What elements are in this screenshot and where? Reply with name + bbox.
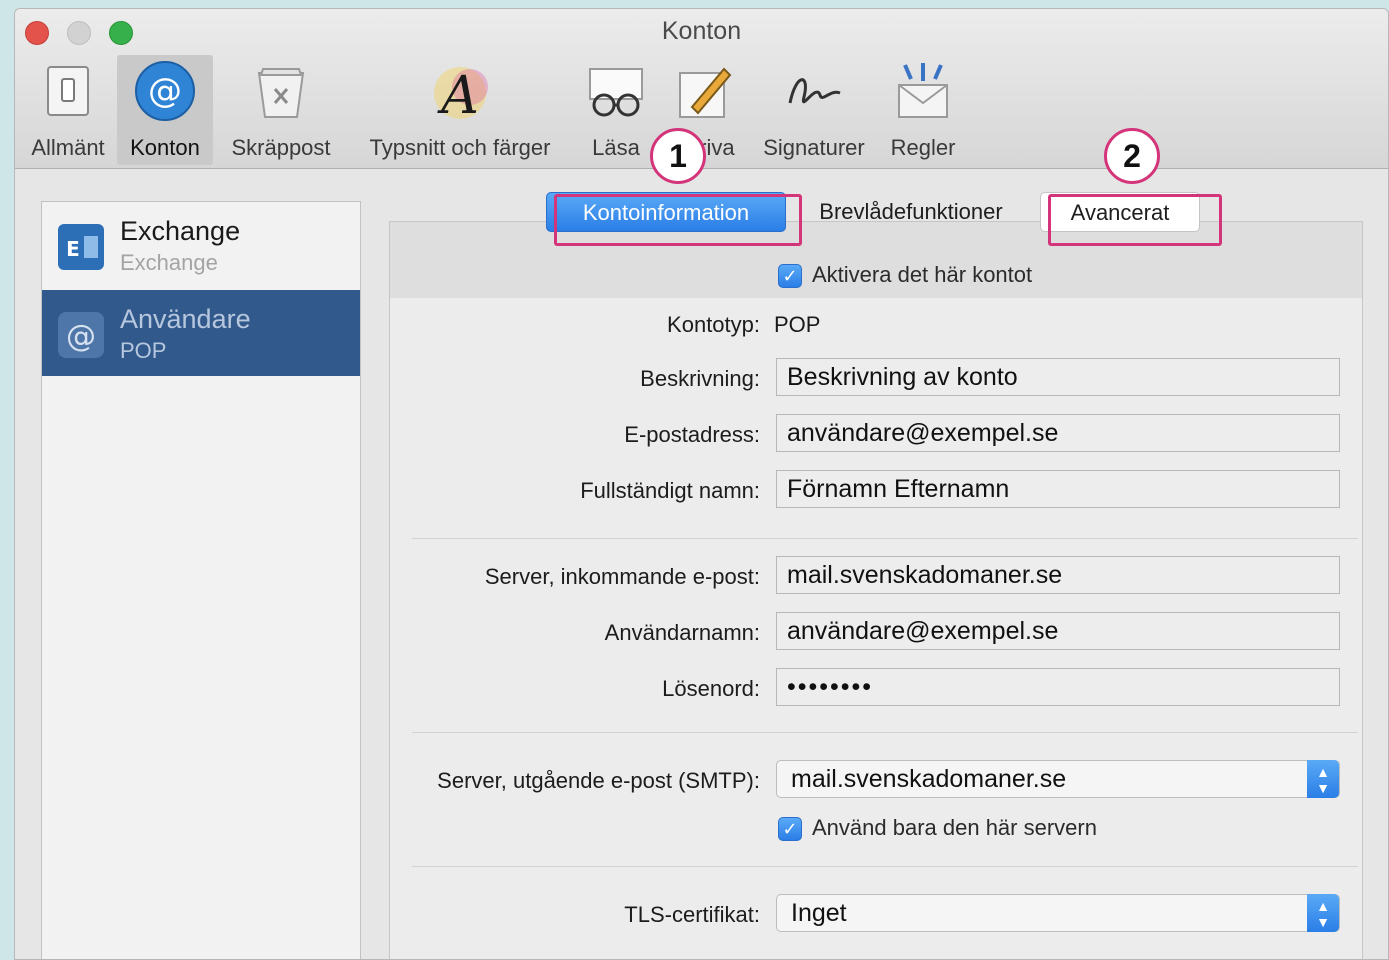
account-name: Exchange bbox=[120, 216, 241, 246]
svg-text:@: @ bbox=[148, 71, 182, 111]
divider bbox=[412, 866, 1358, 867]
smtp-server-label: Server, utgående e-post (SMTP): bbox=[437, 768, 760, 793]
description-field[interactable]: Beskrivning av konto bbox=[776, 358, 1340, 396]
exchange-icon: E bbox=[58, 224, 104, 270]
chevron-updown-icon: ▲ ▼ bbox=[1307, 894, 1339, 932]
tls-certificate-label: TLS-certifikat: bbox=[624, 902, 760, 927]
account-type-value: POP bbox=[774, 312, 821, 337]
highlight-box-1 bbox=[554, 194, 802, 246]
toolbar-label: Konton bbox=[130, 135, 200, 160]
toolbar-item-konton[interactable]: @ Konton bbox=[117, 55, 213, 165]
incoming-server-label: Server, inkommande e-post: bbox=[484, 564, 760, 589]
toolbar-label: Läsa bbox=[592, 135, 640, 160]
annotation-badge-1: 1 bbox=[650, 128, 706, 184]
email-label: E-postadress: bbox=[624, 422, 760, 447]
tls-certificate-select[interactable]: Inget ▲ ▼ bbox=[776, 894, 1340, 932]
divider bbox=[412, 538, 1358, 539]
toolbar-item-allmant[interactable]: Allmänt bbox=[19, 55, 117, 165]
username-field[interactable]: användare@exempel.se bbox=[776, 612, 1340, 650]
toolbar-item-signaturer[interactable]: Signaturer bbox=[749, 55, 879, 165]
toolbar-item-skrappost[interactable]: Skräppost bbox=[219, 55, 343, 165]
smtp-server-select[interactable]: mail.svenskadomaner.se ▲ ▼ bbox=[776, 760, 1340, 798]
toolbar-label: Typsnitt och färger bbox=[369, 135, 551, 160]
rules-envelope-icon bbox=[898, 63, 948, 118]
svg-text:E: E bbox=[66, 237, 80, 261]
highlight-box-2 bbox=[1048, 194, 1222, 246]
incoming-server-field[interactable]: mail.svenskadomaner.se bbox=[776, 556, 1340, 594]
password-field[interactable]: •••••••• bbox=[776, 668, 1340, 706]
username-label: Användarnamn: bbox=[604, 620, 760, 645]
use-only-this-server-checkbox[interactable]: ✓ bbox=[778, 817, 802, 841]
toolbar-item-lasa[interactable]: Läsa bbox=[577, 55, 655, 165]
annotation-badge-2: 2 bbox=[1104, 128, 1160, 184]
account-type-label: Kontotyp: bbox=[667, 312, 760, 337]
chevron-updown-icon: ▲ ▼ bbox=[1307, 760, 1339, 798]
use-only-this-server-label: Använd bara den här servern bbox=[812, 815, 1097, 840]
svg-text:A: A bbox=[437, 66, 479, 123]
toolbar-item-regler[interactable]: Regler bbox=[881, 55, 965, 165]
toolbar-label: Regler bbox=[890, 135, 956, 160]
fullname-label: Fullständigt namn: bbox=[580, 478, 760, 503]
divider bbox=[412, 732, 1358, 733]
toolbar-label: Skräppost bbox=[231, 135, 331, 160]
tls-certificate-value: Inget bbox=[791, 899, 847, 927]
window-title: Konton bbox=[661, 17, 742, 45]
toolbar-item-typsnitt[interactable]: A Typsnitt och färger bbox=[353, 55, 567, 165]
toolbar-label: Allmänt bbox=[31, 135, 105, 160]
glasses-icon bbox=[589, 68, 643, 117]
description-label: Beskrivning: bbox=[640, 366, 760, 391]
switch-icon bbox=[47, 66, 89, 116]
pencil-icon bbox=[679, 67, 732, 118]
tab-brevladefunktioner[interactable]: Brevlådefunktioner bbox=[796, 192, 1026, 232]
email-field[interactable]: användare@exempel.se bbox=[776, 414, 1340, 452]
junk-bin-icon bbox=[257, 68, 305, 118]
toolbar-label: Signaturer bbox=[763, 135, 865, 160]
sidebar-account-exchange[interactable]: E Exchange Exchange bbox=[42, 202, 360, 288]
smtp-server-value: mail.svenskadomaner.se bbox=[791, 765, 1067, 793]
password-label: Lösenord: bbox=[662, 676, 760, 701]
fullname-field[interactable]: Förnamn Efternamn bbox=[776, 470, 1340, 508]
font-a-icon: A bbox=[434, 66, 488, 123]
account-type: Exchange bbox=[120, 250, 218, 275]
at-icon: @ bbox=[135, 61, 195, 121]
enable-account-label: Aktivera det här kontot bbox=[812, 262, 1033, 287]
signature-icon bbox=[788, 78, 841, 104]
account-type: POP bbox=[120, 338, 167, 363]
enable-account-checkbox[interactable]: ✓ bbox=[778, 264, 802, 288]
